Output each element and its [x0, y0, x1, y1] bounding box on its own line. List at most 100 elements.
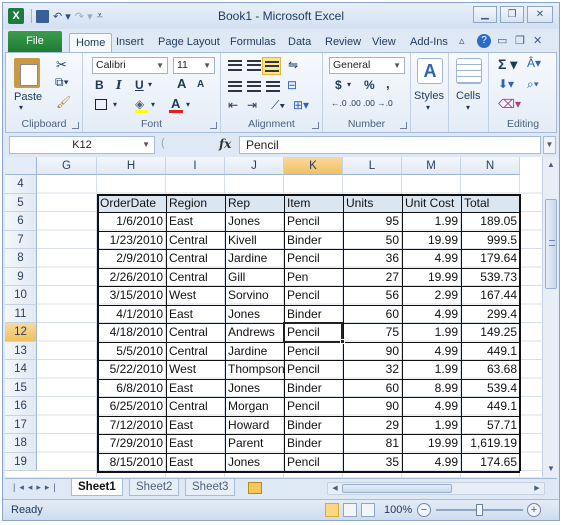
table-cell[interactable]: 8.99 — [402, 379, 461, 398]
align-bottom-button[interactable] — [262, 57, 281, 75]
table-cell[interactable]: 1.99 — [402, 360, 461, 379]
row-header-16[interactable]: 16 — [5, 397, 37, 416]
horizontal-scroll-thumb[interactable] — [342, 484, 452, 493]
table-cell[interactable]: 8/15/2010 — [97, 453, 166, 472]
horizontal-scrollbar[interactable]: ◀ ▶ — [327, 482, 545, 495]
scroll-down-icon[interactable]: ▼ — [544, 462, 558, 476]
table-cell[interactable]: 539.4 — [461, 379, 520, 398]
fill-color-icon[interactable]: ◈ — [135, 97, 144, 111]
expand-formula-bar-icon[interactable]: ▼ — [543, 136, 556, 154]
table-cell[interactable]: 4.99 — [402, 342, 461, 361]
underline-dropdown-icon[interactable]: ▾ — [148, 80, 152, 89]
table-cell[interactable]: 6/25/2010 — [97, 397, 166, 416]
normal-view-icon[interactable] — [325, 503, 339, 517]
row-header-13[interactable]: 13 — [5, 341, 37, 360]
tab-page-layout[interactable]: Page Layout — [152, 33, 226, 53]
table-cell[interactable]: 75 — [343, 323, 402, 342]
tab-formulas[interactable]: Formulas — [224, 33, 282, 53]
table-cell[interactable]: 449.1 — [461, 397, 520, 416]
table-header-cell[interactable]: OrderDate — [97, 194, 166, 213]
table-cell[interactable]: Central — [166, 323, 225, 342]
close-button[interactable]: ✕ — [527, 6, 553, 23]
table-cell[interactable]: Binder — [284, 379, 343, 398]
copy-icon[interactable]: ⧉▾ — [55, 75, 69, 90]
table-cell[interactable]: Jones — [225, 453, 288, 472]
table-cell[interactable]: West — [166, 286, 225, 305]
table-cell[interactable]: Central — [166, 342, 225, 361]
sheet-tab-sheet3[interactable]: Sheet3 — [185, 479, 236, 496]
sheet-tab-sheet1[interactable]: Sheet1 — [71, 479, 123, 496]
sort-filter-icon[interactable]: Â▾ — [527, 56, 541, 70]
table-cell[interactable]: East — [166, 453, 225, 472]
table-cell[interactable]: 174.65 — [461, 453, 520, 472]
tab-view[interactable]: View — [366, 33, 402, 53]
sheet-nav-icons[interactable]: |◂◂▸▸| — [13, 482, 60, 493]
table-cell[interactable]: Pencil — [284, 286, 343, 305]
table-cell[interactable]: Jardine — [225, 342, 288, 361]
table-header-cell[interactable]: Rep — [225, 194, 284, 213]
number-launcher-icon[interactable] — [400, 122, 407, 129]
table-cell[interactable]: 27 — [343, 268, 402, 287]
name-box[interactable]: K12 ▼ — [9, 136, 155, 154]
table-cell[interactable]: Kivell — [225, 231, 288, 250]
table-cell[interactable]: Pencil — [284, 249, 343, 268]
alignment-launcher-icon[interactable] — [312, 122, 319, 129]
column-header-g[interactable]: G — [37, 157, 97, 175]
cut-icon[interactable]: ✂ — [56, 57, 67, 73]
table-cell[interactable]: East — [166, 212, 225, 231]
table-cell[interactable]: 299.4 — [461, 305, 520, 324]
table-cell[interactable]: 4.99 — [402, 305, 461, 324]
doc-minimize-icon[interactable]: ▭ — [497, 34, 507, 47]
row-header-6[interactable]: 6 — [5, 212, 37, 231]
decrease-decimal-button[interactable]: .00 →.0 — [363, 99, 393, 108]
table-cell[interactable]: Gill — [225, 268, 288, 287]
row-header-15[interactable]: 15 — [5, 378, 37, 397]
row-header-9[interactable]: 9 — [5, 267, 37, 286]
underline-button[interactable]: U — [135, 78, 144, 92]
zoom-slider-knob[interactable] — [476, 504, 483, 516]
font-launcher-icon[interactable] — [210, 122, 217, 129]
table-cell[interactable]: 56 — [343, 286, 402, 305]
doc-close-icon[interactable]: ✕ — [533, 34, 542, 47]
table-cell[interactable]: Central — [166, 231, 225, 250]
minimize-ribbon-icon[interactable]: ▵ — [459, 34, 465, 47]
sheet-tab-sheet2[interactable]: Sheet2 — [129, 479, 180, 496]
table-cell[interactable]: 60 — [343, 305, 402, 324]
table-cell[interactable]: Thompson — [225, 360, 288, 379]
scroll-left-icon[interactable]: ◀ — [328, 482, 342, 496]
column-header-l[interactable]: L — [343, 157, 402, 175]
table-cell[interactable]: Central — [166, 249, 225, 268]
orientation-icon[interactable]: ⇋ — [288, 58, 298, 72]
fill-handle[interactable] — [340, 338, 345, 344]
align-middle-icon[interactable] — [247, 60, 261, 71]
fill-icon[interactable]: ⬇▾ — [498, 77, 514, 91]
select-all-corner[interactable] — [5, 157, 37, 175]
insert-function-button[interactable]: fx — [219, 137, 231, 151]
table-cell[interactable]: 167.44 — [461, 286, 520, 305]
table-cell[interactable]: Binder — [284, 305, 343, 324]
table-cell[interactable]: Pencil — [284, 212, 343, 231]
table-cell[interactable]: 81 — [343, 434, 402, 453]
table-cell[interactable]: East — [166, 416, 225, 435]
find-select-icon[interactable]: ⌕▾ — [527, 77, 539, 92]
merge-center-icon[interactable]: ⊞▾ — [293, 98, 309, 112]
column-header-m[interactable]: M — [402, 157, 461, 175]
align-right-icon[interactable] — [266, 81, 280, 92]
borders-icon[interactable] — [95, 99, 107, 110]
table-cell[interactable]: 4.99 — [402, 249, 461, 268]
table-cell[interactable]: 95 — [343, 212, 402, 231]
paste-button[interactable]: Paste — [14, 91, 42, 103]
row-header-4[interactable]: 4 — [5, 175, 37, 194]
column-header-n[interactable]: N — [461, 157, 520, 175]
column-header-k[interactable]: K — [284, 157, 343, 175]
font-color-icon[interactable]: A — [171, 96, 180, 111]
italic-button[interactable]: I — [116, 78, 122, 92]
zoom-level[interactable]: 100% — [384, 504, 412, 516]
align-left-icon[interactable] — [228, 81, 242, 92]
zoom-in-button[interactable]: + — [527, 503, 541, 517]
table-cell[interactable]: 90 — [343, 342, 402, 361]
zoom-out-button[interactable]: − — [417, 503, 431, 517]
row-header-10[interactable]: 10 — [5, 286, 37, 305]
table-cell[interactable]: 7/29/2010 — [97, 434, 166, 453]
row-header-14[interactable]: 14 — [5, 360, 37, 379]
